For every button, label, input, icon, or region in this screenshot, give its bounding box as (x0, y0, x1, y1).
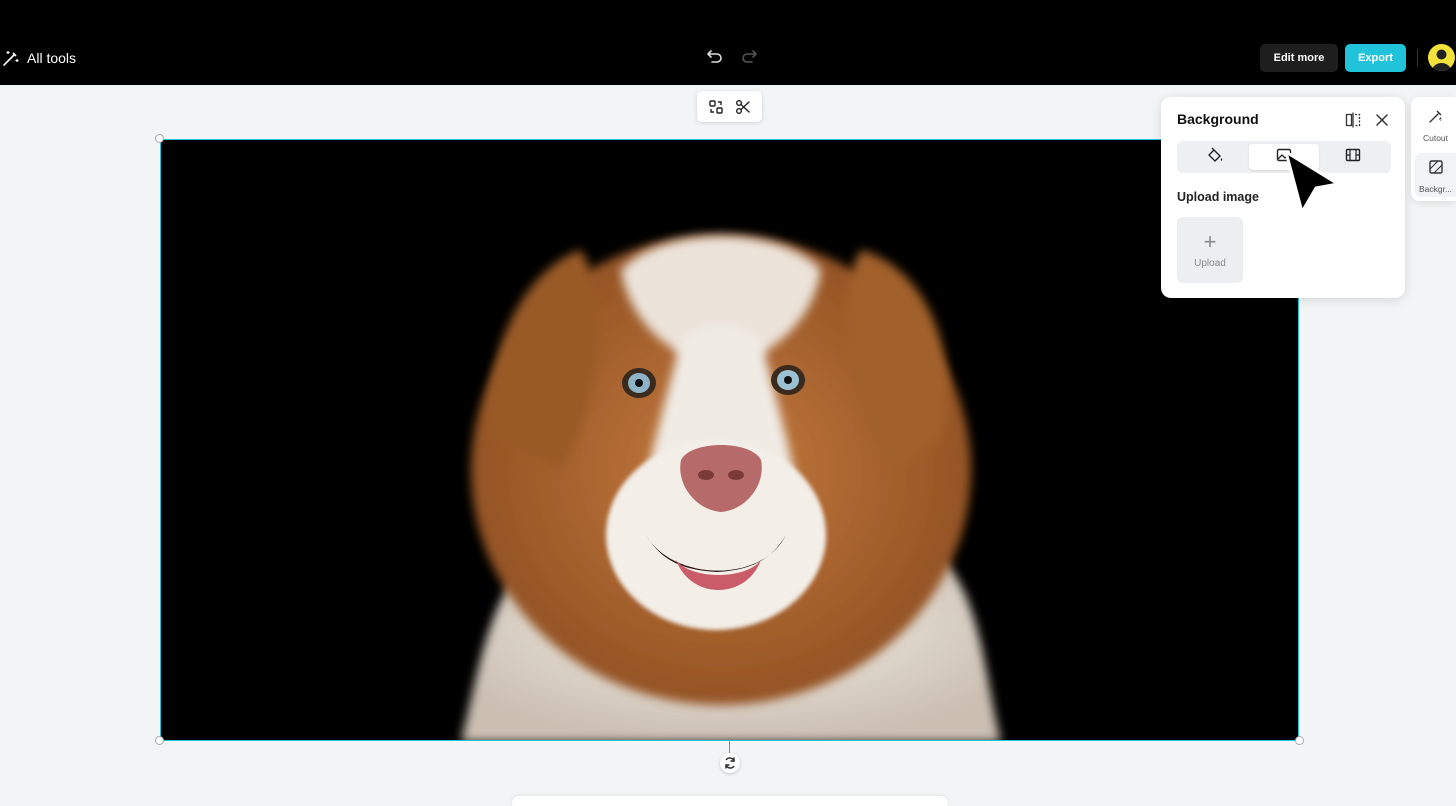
history-controls (704, 45, 760, 67)
right-rail: Cutout Backgr... (1411, 97, 1456, 201)
resize-handle-bottom-right[interactable] (1295, 736, 1304, 745)
all-tools-button[interactable]: All tools (0, 46, 76, 70)
canvas-toolbar (697, 91, 762, 122)
paint-bucket-icon (1206, 146, 1224, 169)
redo-icon[interactable] (738, 45, 760, 67)
generate-icon (1344, 146, 1362, 169)
upload-button[interactable]: + Upload (1177, 217, 1243, 283)
compare-icon[interactable] (1344, 111, 1362, 129)
rail-item-background[interactable]: Backgr... (1415, 153, 1456, 197)
tab-color[interactable] (1180, 144, 1249, 170)
tab-generate[interactable] (1319, 144, 1388, 170)
dog-photo (461, 235, 1001, 740)
magic-wand-icon (2, 49, 20, 67)
scissors-icon[interactable] (733, 97, 753, 117)
avatar[interactable] (1428, 44, 1455, 71)
rail-item-cutout[interactable]: Cutout (1415, 103, 1456, 147)
rotate-icon[interactable] (720, 753, 740, 773)
top-bar: All tools Edit more Export (0, 0, 1456, 85)
rotate-stem (729, 741, 730, 753)
cutout-icon (1428, 108, 1444, 129)
close-icon[interactable] (1373, 111, 1391, 129)
panel-title: Background (1177, 111, 1259, 127)
bottom-panel (512, 796, 948, 806)
replace-icon[interactable] (706, 97, 726, 117)
background-panel: Background Upload image + Upload (1161, 97, 1405, 298)
upload-heading: Upload image (1177, 190, 1259, 204)
image-icon (1275, 146, 1293, 169)
plus-icon: + (1203, 228, 1217, 254)
header-divider (1417, 49, 1418, 67)
canvas-image[interactable] (160, 139, 1299, 741)
edit-more-button[interactable]: Edit more (1260, 44, 1338, 72)
all-tools-label: All tools (27, 50, 77, 66)
background-icon (1428, 159, 1444, 180)
tab-image[interactable] (1249, 144, 1319, 170)
undo-icon[interactable] (704, 45, 726, 67)
export-button[interactable]: Export (1345, 44, 1406, 72)
rail-label-background: Backgr... (1418, 184, 1453, 194)
rail-label-cutout: Cutout (1422, 133, 1449, 143)
upload-label: Upload (1194, 257, 1226, 269)
resize-handle-bottom-left[interactable] (155, 736, 164, 745)
resize-handle-top-left[interactable] (155, 134, 164, 143)
background-type-tabs (1177, 141, 1391, 173)
